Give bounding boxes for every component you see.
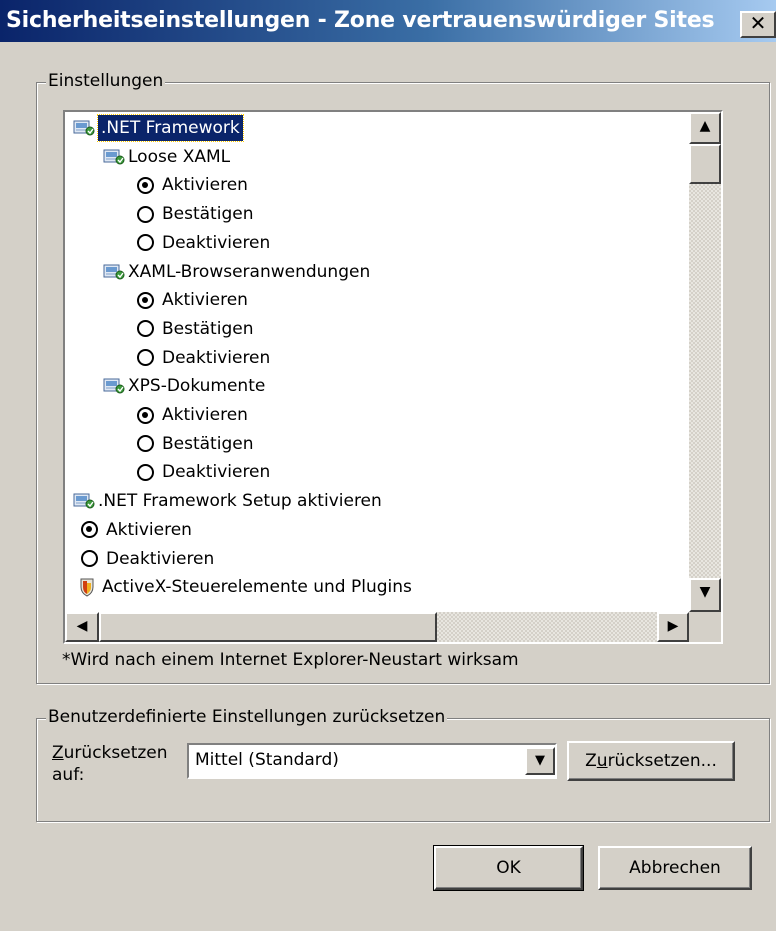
tree-node[interactable]: XPS-Dokumente [103,372,265,400]
radio-unchecked-icon[interactable] [137,320,154,338]
radio-option[interactable]: Aktivieren [137,401,248,429]
tree-node[interactable]: ActiveX-Steuerelemente und Plugins [77,573,412,601]
tree-node-label: ActiveX-Steuerelemente und Plugins [102,577,412,598]
tree-node[interactable]: .NET Framework [73,114,244,142]
tree-node-label: Loose XAML [128,146,231,167]
radio-option[interactable]: Aktivieren [137,171,248,199]
activex-shield-icon [77,577,99,597]
radio-option-label: Deaktivieren [162,347,271,368]
scroll-down-button[interactable]: ▼ [689,578,721,612]
chevron-down-icon: ▼ [535,753,545,768]
radio-option-label: Aktivieren [162,175,248,196]
arrow-left-icon: ◀ [76,618,88,634]
radio-unchecked-icon[interactable] [137,463,154,481]
settings-group-legend: Einstellungen [46,71,166,91]
close-icon: ✕ [749,11,767,35]
tree-node-label: .NET Framework Setup aktivieren [98,491,382,512]
radio-option-label: Bestätigen [162,204,254,225]
radio-unchecked-icon[interactable] [137,205,154,223]
tree-node-label: XPS-Dokumente [128,376,266,397]
tree-node[interactable]: .NET Framework Setup aktivieren [73,487,382,515]
scroll-right-button[interactable]: ▶ [657,612,689,642]
net-setting-icon [103,147,125,167]
reset-level-value: Mittel (Standard) [195,750,339,770]
horizontal-scroll-thumb[interactable] [99,612,437,642]
radio-checked-icon[interactable] [137,291,154,309]
settings-tree[interactable]: .NET Framework Loose XAML Aktivieren Bestät… [63,110,723,644]
dropdown-button[interactable]: ▼ [525,747,555,775]
radio-unchecked-icon[interactable] [137,435,154,453]
close-button[interactable]: ✕ [740,11,776,38]
arrow-right-icon: ▶ [667,618,679,634]
radio-option[interactable]: Deaktivieren [81,545,214,573]
radio-option[interactable]: Deaktivieren [137,344,270,372]
radio-unchecked-icon[interactable] [137,234,154,252]
radio-option-label: Aktivieren [162,405,248,425]
radio-checked-icon[interactable] [81,521,98,539]
reset-button[interactable]: Zurücksetzen... [567,741,735,781]
reset-to-label: Zurücksetzen auf: [52,743,168,785]
scroll-left-button[interactable]: ◀ [65,612,99,642]
net-setting-icon [73,491,95,511]
vertical-scrollbar[interactable] [689,112,721,612]
scroll-corner [689,612,721,642]
radio-option[interactable]: Deaktivieren [137,229,270,257]
ok-button[interactable]: OK [433,845,584,891]
window-title: Sicherheitseinstellungen - Zone vertraue… [6,8,715,33]
radio-option[interactable]: Bestätigen [137,200,253,228]
reset-level-select[interactable]: Mittel (Standard) ▼ [187,743,557,779]
radio-option[interactable]: Deaktivieren [137,458,270,486]
reset-group-legend: Benutzerdefinierte Einstellungen zurücks… [46,707,448,727]
net-setting-icon [103,376,125,396]
vertical-scroll-thumb[interactable] [689,144,721,184]
title-bar: Sicherheitseinstellungen - Zone vertraue… [0,0,776,42]
radio-option[interactable]: Bestätigen [137,315,253,343]
radio-option-label: Deaktivieren [162,462,271,483]
tree-node[interactable]: Loose XAML [103,143,230,171]
tree-node-label: XAML-Browseranwendungen [128,261,371,282]
radio-checked-icon[interactable] [137,406,154,424]
restart-note: *Wird nach einem Internet Explorer-Neust… [62,650,519,670]
radio-option-label: Bestätigen [162,433,254,454]
cancel-button[interactable]: Abbrechen [598,846,752,890]
net-setting-icon [73,118,95,138]
scroll-up-button[interactable]: ▲ [689,112,721,144]
tree-node[interactable]: XAML-Browseranwendungen [103,258,370,286]
radio-option-label: Aktivieren [106,519,192,540]
net-setting-icon [103,262,125,282]
radio-option-label: Aktivieren [162,290,248,311]
arrow-up-icon: ▲ [699,118,711,134]
radio-checked-icon[interactable] [137,176,154,194]
radio-unchecked-icon[interactable] [137,349,154,367]
radio-option[interactable]: Aktivieren [137,286,248,314]
radio-option-label: Bestätigen [162,318,254,339]
tree-node-label: .NET Framework [97,114,244,142]
radio-option[interactable]: Bestätigen [137,430,253,458]
arrow-down-icon: ▼ [699,584,711,600]
radio-unchecked-icon[interactable] [81,550,98,567]
radio-option-label: Deaktivieren [106,548,215,569]
radio-option-label: Deaktivieren [162,232,271,253]
radio-option[interactable]: Aktivieren [81,516,192,544]
